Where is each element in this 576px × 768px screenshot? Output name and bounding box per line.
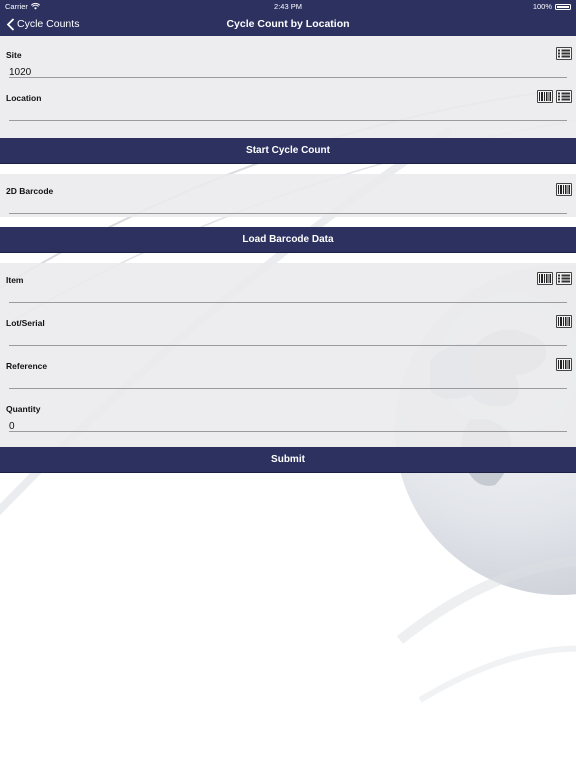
battery-indicator: 100% (533, 2, 571, 11)
start-cycle-count-button[interactable]: Start Cycle Count (0, 138, 576, 164)
list-icon[interactable] (556, 47, 572, 60)
quantity-underline (9, 431, 567, 432)
reference-field[interactable]: Reference (0, 349, 576, 392)
barcode-icon[interactable] (537, 90, 553, 103)
barcode-icon[interactable] (556, 315, 572, 328)
reference-underline (9, 388, 567, 389)
site-underline (9, 77, 567, 78)
barcode-2d-underline (9, 213, 567, 214)
item-underline (9, 302, 567, 303)
site-label: Site (6, 50, 22, 60)
quantity-field[interactable]: Quantity 0 (0, 392, 576, 435)
reference-label: Reference (6, 361, 48, 371)
back-button-label: Cycle Counts (17, 18, 80, 30)
location-label: Location (6, 93, 42, 103)
location-field[interactable]: Location (0, 81, 576, 124)
lot-serial-underline (9, 345, 567, 346)
page-title: Cycle Count by Location (226, 18, 350, 30)
barcode-icon[interactable] (556, 358, 572, 371)
list-icon[interactable] (556, 272, 572, 285)
navigation-bar: Cycle Counts Cycle Count by Location (0, 12, 576, 36)
status-bar: Carrier 2:43 PM 100% (0, 0, 576, 12)
status-time: 2:43 PM (274, 2, 302, 11)
site-field[interactable]: Site 1020 (0, 38, 576, 81)
item-details-panel: Item Lot/Serial Reference Quantity 0 (0, 263, 576, 447)
barcode-icon[interactable] (537, 272, 553, 285)
site-location-panel: Site 1020 Location (0, 36, 576, 138)
back-button[interactable]: Cycle Counts (6, 12, 79, 36)
location-underline (9, 120, 567, 121)
item-label: Item (6, 275, 24, 285)
barcode-panel: 2D Barcode (0, 174, 576, 217)
load-barcode-data-button[interactable]: Load Barcode Data (0, 227, 576, 253)
list-icon[interactable] (556, 90, 572, 103)
submit-button[interactable]: Submit (0, 447, 576, 473)
lot-serial-field[interactable]: Lot/Serial (0, 306, 576, 349)
barcode-2d-field[interactable]: 2D Barcode (0, 174, 576, 217)
barcode-icon[interactable] (556, 183, 572, 196)
lot-serial-label: Lot/Serial (6, 318, 45, 328)
main-content: Site 1020 Location Start Cycle Count 2D … (0, 36, 576, 473)
item-field[interactable]: Item (0, 263, 576, 306)
barcode-2d-label: 2D Barcode (6, 186, 54, 196)
quantity-label: Quantity (6, 404, 41, 414)
battery-icon (555, 3, 571, 10)
chevron-left-icon (6, 17, 15, 31)
battery-percent: 100% (532, 2, 552, 11)
